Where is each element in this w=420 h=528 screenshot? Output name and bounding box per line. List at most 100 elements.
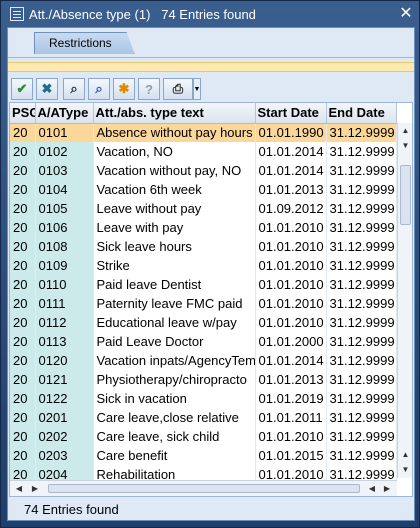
cell-text[interactable]: Sick leave hours	[93, 237, 256, 256]
cell-atype[interactable]: 0112	[35, 313, 94, 332]
cell-atype[interactable]: 0103	[35, 161, 94, 180]
table-row[interactable]: 20 0111 Paternity leave FMC paid 01.01.2010…	[10, 294, 397, 313]
cell-start-date[interactable]: 01.01.2013	[255, 370, 327, 389]
cell-end-date[interactable]: 31.12.9999	[326, 256, 397, 275]
table-row[interactable]: 20 0201 Care leave,close relative 01.01.201…	[10, 408, 397, 427]
cell-psg[interactable]: 20	[10, 294, 36, 313]
cell-psg[interactable]: 20	[10, 408, 36, 427]
table-row[interactable]: 20 0202 Care leave, sick child 01.01.2010 31…	[10, 427, 397, 446]
table-row[interactable]: 20 0110 Paid leave Dentist 01.01.2010 31.12.…	[10, 275, 397, 294]
scroll-up-icon[interactable]: ▲	[398, 124, 412, 138]
cell-text[interactable]: Paid leave Dentist	[93, 275, 256, 294]
cell-text[interactable]: Sick in vacation	[93, 389, 256, 408]
cell-start-date[interactable]: 01.01.2019	[255, 389, 327, 408]
cell-text[interactable]: Vacation without pay, NO	[93, 161, 256, 180]
print-button[interactable]: ⎙	[163, 78, 193, 100]
column-header-start-date[interactable]: Start Date	[255, 103, 327, 124]
cell-end-date[interactable]: 31.12.9999	[326, 351, 397, 370]
cell-psg[interactable]: 20	[10, 161, 36, 180]
cell-psg[interactable]: 20	[10, 199, 36, 218]
horizontal-scrollbar[interactable]: ◀ ▶ ◀ ▶	[10, 480, 397, 496]
vertical-scrollbar[interactable]: ▲ ▼ ▲ ▼	[397, 123, 412, 478]
find-button[interactable]: ⌕	[63, 78, 85, 100]
table-row[interactable]: 20 0109 Strike 01.01.2010 31.12.9999	[10, 256, 397, 275]
cell-psg[interactable]: 20	[10, 123, 36, 142]
cell-text[interactable]: Leave without pay	[93, 199, 256, 218]
column-header-atype[interactable]: A/AType	[35, 103, 94, 124]
cell-end-date[interactable]: 31.12.9999	[326, 237, 397, 256]
cell-end-date[interactable]: 31.12.9999	[326, 199, 397, 218]
cell-atype[interactable]: 0101	[35, 123, 94, 142]
cell-start-date[interactable]: 01.09.2012	[255, 199, 327, 218]
cell-start-date[interactable]: 01.01.2014	[255, 142, 327, 161]
cell-text[interactable]: Paid Leave Doctor	[93, 332, 256, 351]
cell-end-date[interactable]: 31.12.9999	[326, 370, 397, 389]
checkmark-button[interactable]: ✔	[11, 78, 33, 100]
table-row[interactable]: 20 0108 Sick leave hours 01.01.2010 31.12.99…	[10, 237, 397, 256]
cell-text[interactable]: Absence without pay hours	[93, 123, 256, 142]
scroll-left-end-icon[interactable]: ◀	[365, 481, 379, 496]
info-button[interactable]: ?	[138, 78, 160, 100]
cell-start-date[interactable]: 01.01.2010	[255, 427, 327, 446]
close-icon[interactable]: ✕	[397, 5, 415, 23]
cell-text[interactable]: Physiotherapy/chiropracto	[93, 370, 256, 389]
cell-text[interactable]: Care leave,close relative	[93, 408, 256, 427]
vertical-scroll-thumb[interactable]	[400, 165, 411, 225]
table-row[interactable]: 20 0113 Paid Leave Doctor 01.01.2000 31.12.9…	[10, 332, 397, 351]
cell-atype[interactable]: 0121	[35, 370, 94, 389]
cell-atype[interactable]: 0108	[35, 237, 94, 256]
cell-atype[interactable]: 0122	[35, 389, 94, 408]
cell-atype[interactable]: 0202	[35, 427, 94, 446]
table-row[interactable]: 20 0106 Leave with pay 01.01.2010 31.12.9999	[10, 218, 397, 237]
cell-psg[interactable]: 20	[10, 351, 36, 370]
cell-atype[interactable]: 0106	[35, 218, 94, 237]
cell-start-date[interactable]: 01.01.2010	[255, 313, 327, 332]
cell-end-date[interactable]: 31.12.9999	[326, 313, 397, 332]
cell-end-date[interactable]: 31.12.9999	[326, 389, 397, 408]
cell-atype[interactable]: 0102	[35, 142, 94, 161]
cell-start-date[interactable]: 01.01.1990	[255, 123, 327, 142]
cell-psg[interactable]: 20	[10, 313, 36, 332]
cell-end-date[interactable]: 31.12.9999	[326, 180, 397, 199]
column-header-text[interactable]: Att./abs. type text	[93, 103, 256, 124]
cell-psg[interactable]: 20	[10, 237, 36, 256]
cell-end-date[interactable]: 31.12.9999	[326, 332, 397, 351]
cell-text[interactable]: Strike	[93, 256, 256, 275]
cell-start-date[interactable]: 01.01.2010	[255, 256, 327, 275]
cell-text[interactable]: Vacation inpats/AgencyTem	[93, 351, 256, 370]
cell-text[interactable]: Paternity leave FMC paid	[93, 294, 256, 313]
cell-psg[interactable]: 20	[10, 389, 36, 408]
table-row[interactable]: 20 0105 Leave without pay 01.09.2012 31.12.9…	[10, 199, 397, 218]
cell-psg[interactable]: 20	[10, 427, 36, 446]
cell-atype[interactable]: 0120	[35, 351, 94, 370]
scroll-down-icon[interactable]: ▼	[398, 139, 412, 153]
cell-psg[interactable]: 20	[10, 275, 36, 294]
table-row[interactable]: 20 0203 Care benefit 01.01.2015 31.12.9999	[10, 446, 397, 465]
cell-end-date[interactable]: 31.12.9999	[326, 408, 397, 427]
table-row[interactable]: 20 0121 Physiotherapy/chiropracto 01.01.201…	[10, 370, 397, 389]
cell-end-date[interactable]: 31.12.9999	[326, 123, 397, 142]
cell-end-date[interactable]: 31.12.9999	[326, 427, 397, 446]
table-row[interactable]: 20 0103 Vacation without pay, NO 01.01.2014…	[10, 161, 397, 180]
column-header-psg[interactable]: PSG	[10, 103, 36, 124]
cell-start-date[interactable]: 01.01.2010	[255, 275, 327, 294]
cell-psg[interactable]: 20	[10, 142, 36, 161]
cell-text[interactable]: Vacation 6th week	[93, 180, 256, 199]
cell-atype[interactable]: 0110	[35, 275, 94, 294]
cell-atype[interactable]: 0113	[35, 332, 94, 351]
scroll-right-icon[interactable]: ▶	[380, 481, 394, 496]
cell-text[interactable]: Care leave, sick child	[93, 427, 256, 446]
table-row[interactable]: 20 0112 Educational leave w/pay 01.01.2010 3…	[10, 313, 397, 332]
scroll-bottom-down-icon[interactable]: ▼	[398, 463, 412, 477]
scroll-bottom-up-icon[interactable]: ▲	[398, 448, 412, 462]
cell-start-date[interactable]: 01.01.2014	[255, 161, 327, 180]
cell-atype[interactable]: 0105	[35, 199, 94, 218]
cell-psg[interactable]: 20	[10, 180, 36, 199]
table-row[interactable]: 20 0102 Vacation, NO 01.01.2014 31.12.9999	[10, 142, 397, 161]
print-dropdown-icon[interactable]: ▼	[193, 78, 201, 100]
cell-end-date[interactable]: 31.12.9999	[326, 275, 397, 294]
cell-start-date[interactable]: 01.01.2013	[255, 180, 327, 199]
cell-start-date[interactable]: 01.01.2014	[255, 351, 327, 370]
table-row[interactable]: 20 0101 Absence without pay hours 01.01.199…	[10, 123, 397, 142]
cell-start-date[interactable]: 01.01.2010	[255, 218, 327, 237]
